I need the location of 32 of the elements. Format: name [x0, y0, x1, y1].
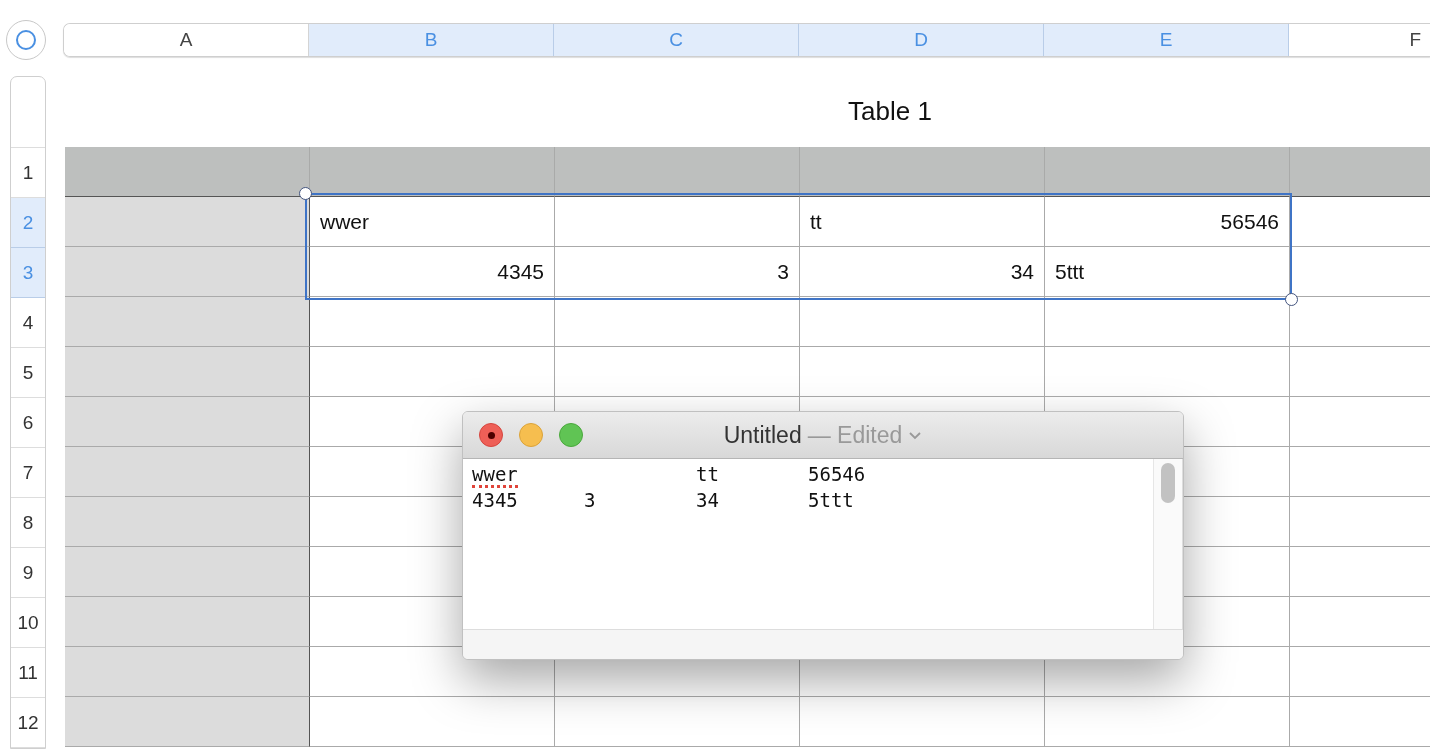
- document-text: wwer: [472, 463, 518, 488]
- table-cell: 56546: [1045, 197, 1290, 247]
- table-cell: 4345: [310, 247, 555, 297]
- close-button[interactable]: [479, 423, 503, 447]
- row-header[interactable]: 9: [11, 548, 45, 598]
- table-cell: 5ttt: [1045, 247, 1290, 297]
- document-text: tt 56546: [695, 463, 866, 485]
- window-title: Untitled: [723, 421, 802, 449]
- minimize-button[interactable]: [519, 423, 543, 447]
- select-all-button[interactable]: [6, 20, 46, 60]
- edited-status: — Edited: [807, 421, 903, 449]
- row-header[interactable]: 10: [11, 598, 45, 648]
- document-text: 4345 3 34 5ttt: [472, 489, 854, 511]
- row-header[interactable]: 4: [11, 298, 45, 348]
- row-header[interactable]: 12: [11, 698, 45, 748]
- row-header[interactable]: 8: [11, 498, 45, 548]
- table-title: Table 1: [847, 95, 933, 128]
- scrollbar-thumb[interactable]: [1161, 463, 1175, 503]
- table-cell: 3: [555, 247, 800, 297]
- row-header[interactable]: 5: [11, 348, 45, 398]
- circle-icon: [15, 29, 37, 51]
- row-header[interactable]: 11: [11, 648, 45, 698]
- table-cell: 34: [800, 247, 1045, 297]
- resize-handle[interactable]: [1285, 293, 1298, 306]
- column-header[interactable]: A: [64, 24, 309, 56]
- table-cell: wwer: [310, 197, 555, 247]
- column-header[interactable]: F: [1289, 24, 1430, 56]
- chevron-down-icon[interactable]: [908, 430, 923, 440]
- row-header[interactable]: 6: [11, 398, 45, 448]
- row-header[interactable]: 7: [11, 448, 45, 498]
- table-cell: tt: [800, 197, 1045, 247]
- zoom-button[interactable]: [559, 423, 583, 447]
